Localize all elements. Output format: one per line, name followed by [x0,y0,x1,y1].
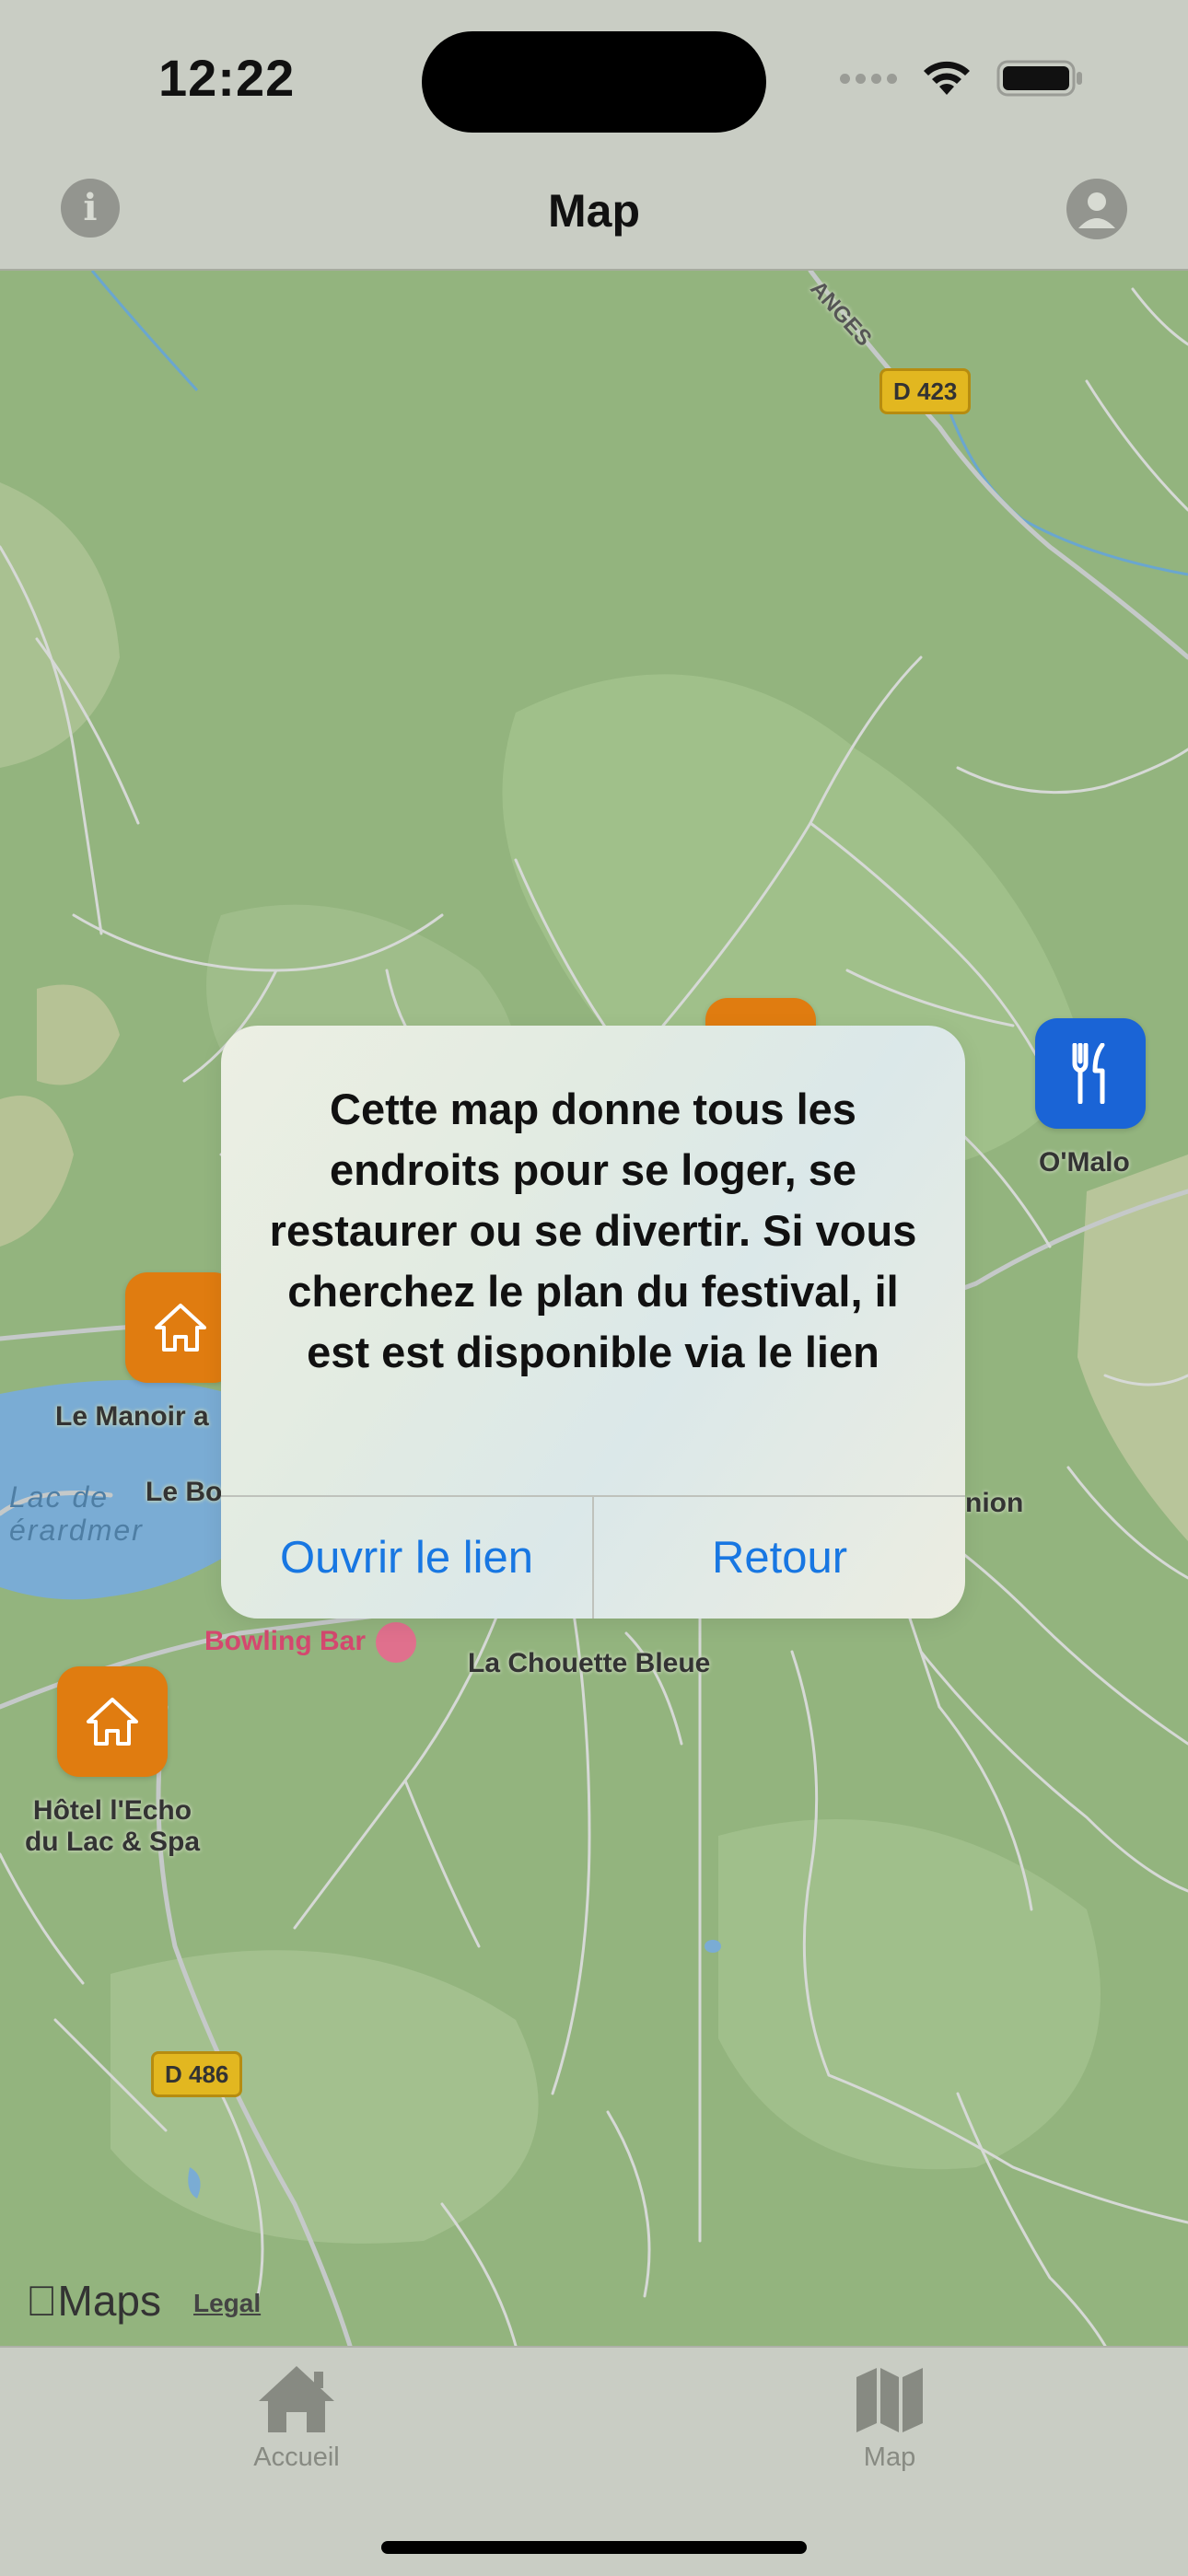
lake-label: Lac de érardmer [9,1480,144,1547]
apple-maps-logo: Maps [26,2276,161,2326]
tab-accueil-label: Accueil [253,2443,340,2472]
cellular-signal-icon [840,73,897,84]
place-label-hotel-echo-text: Hôtel l'Echo du Lac & Spa [24,1795,201,1857]
status-icons [840,55,1085,101]
person-icon [1078,192,1115,228]
status-time: 12:22 [158,49,296,107]
lodging-marker-le-manoir[interactable] [125,1272,236,1383]
tab-map[interactable]: Map [798,2364,982,2473]
page-title: Map [548,185,640,237]
road-label-d423: D 423 [879,368,972,414]
alert-message: Cette map donne tous les endroits pour s… [269,1085,917,1376]
status-bar: 12:22 [0,0,1188,166]
house-icon [87,1698,138,1746]
back-button[interactable]: Retour [594,1497,965,1619]
legal-link[interactable]: Legal [193,2289,261,2318]
lodging-marker-hotel-echo[interactable] [57,1666,168,1777]
house-icon [155,1304,206,1352]
place-label-la-chouette-bleue: La Chouette Bleue [468,1648,711,1678]
place-label-hotel-echo: Hôtel l'Echo du Lac & Spa [4,1795,221,1858]
place-label-bowling-bar: Bowling Bar [204,1626,367,1656]
place-label-le-bo: Le Bo [146,1477,223,1507]
place-label-le-manoir: Le Manoir a [55,1401,209,1432]
navigation-bar: i Map [0,166,1188,271]
home-indicator[interactable] [381,2541,807,2554]
house-icon [259,2366,334,2432]
profile-button[interactable] [1066,179,1127,239]
bowling-icon[interactable] [376,1622,416,1663]
battery-icon [996,60,1082,97]
place-label-omalo: O'Malo [1039,1147,1130,1178]
open-link-button[interactable]: Ouvrir le lien [221,1497,592,1619]
road-label-d486: D 486 [151,2051,243,2097]
apple-logo-icon:  [26,2277,58,2325]
maps-brand-text: Maps [26,2277,161,2325]
food-marker-omalo[interactable] [1035,1018,1146,1129]
wifi-icon [924,61,970,95]
place-label-nion: nion [965,1488,1024,1518]
tab-map-label: Map [863,2443,916,2472]
dynamic-island [422,31,766,133]
lake-label-text: Lac de érardmer [9,1480,144,1547]
info-alert-dialog: Cette map donne tous les endroits pour s… [221,1026,965,1619]
tab-accueil[interactable]: Accueil [204,2364,389,2473]
map-icon [856,2368,923,2432]
fork-knife-icon [1072,1043,1105,1104]
